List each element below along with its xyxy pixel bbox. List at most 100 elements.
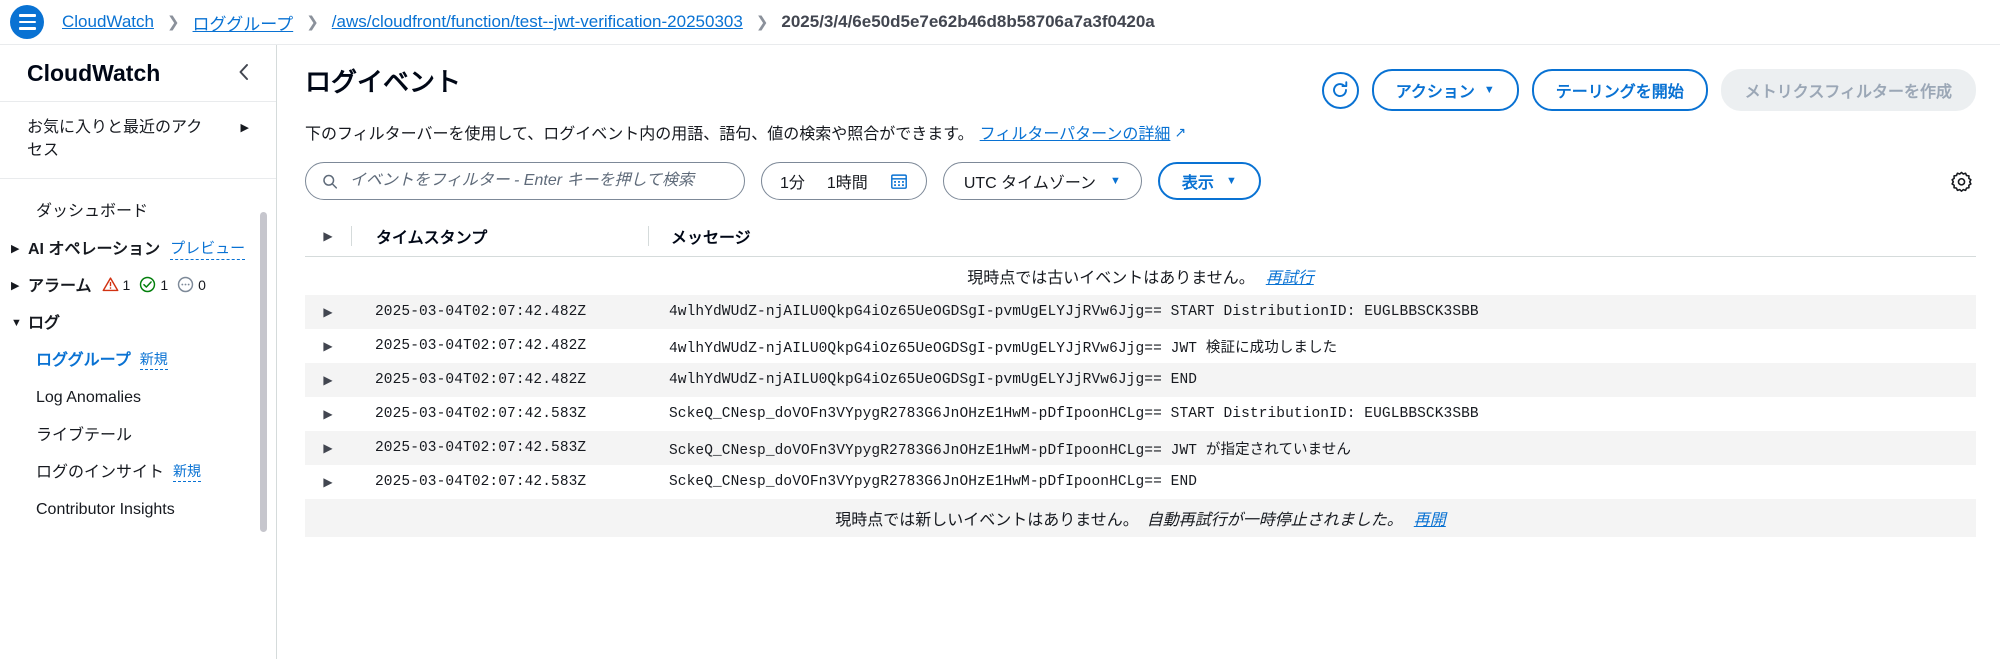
sidebar-title: CloudWatch xyxy=(27,59,161,86)
table-row[interactable]: ▶ 2025-03-04T02:07:42.583Z SckeQ_CNesp_d… xyxy=(305,465,1976,499)
table-row[interactable]: ▶ 2025-03-04T02:07:42.482Z 4wlhYdWUdZ-nj… xyxy=(305,363,1976,397)
retry-link[interactable]: 再試行 xyxy=(1266,264,1314,288)
chevron-left-icon[interactable] xyxy=(231,59,256,88)
search-input[interactable] xyxy=(347,171,728,191)
caret-right-icon: ▶ xyxy=(323,305,333,319)
page-title: ログイベント xyxy=(305,67,462,97)
sidebar-item-label: ライブテール xyxy=(36,426,133,444)
cell-message: SckeQ_CNesp_doVOFn3VYpygR2783G6JnOHzE1Hw… xyxy=(669,406,1479,422)
row-expand-toggle[interactable]: ▶ xyxy=(305,441,351,455)
sidebar-item-label: アラーム xyxy=(28,277,92,295)
alarm-ok-group: 1 xyxy=(139,275,168,295)
actions-button[interactable]: アクション ▼ xyxy=(1371,69,1519,111)
column-header-message[interactable]: メッセージ xyxy=(649,224,1976,248)
caret-right-icon: ▶ xyxy=(323,229,333,243)
sidebar-scrollbar[interactable] xyxy=(260,212,267,532)
auto-retry-paused-text: 自動再試行が一時停止されました。 xyxy=(1146,512,1403,529)
time-range-hour-label: 1時間 xyxy=(826,175,868,192)
caret-right-icon: ▶ xyxy=(11,279,20,292)
caret-down-icon: ▼ xyxy=(11,316,22,329)
expand-all-toggle[interactable]: ▶ xyxy=(305,229,351,243)
cell-timestamp: 2025-03-04T02:07:42.583Z xyxy=(375,440,587,456)
start-tailing-label: テーリングを開始 xyxy=(1555,84,1684,101)
hamburger-bar xyxy=(18,20,36,24)
caret-right-icon: ▶ xyxy=(323,441,333,455)
chevron-down-icon: ▼ xyxy=(1225,175,1237,187)
resume-link[interactable]: 再開 xyxy=(1414,506,1446,530)
table-row[interactable]: ▶ 2025-03-04T02:07:42.482Z 4wlhYdWUdZ-nj… xyxy=(305,295,1976,329)
sidebar-nav: ダッシュボード ▶ AI オペレーション プレビュー ▶ アラーム 1 1 0 … xyxy=(0,179,276,528)
display-label: 表示 xyxy=(1181,175,1214,192)
sidebar-item-log-anomalies[interactable]: Log Anomalies xyxy=(0,379,276,416)
breadcrumb-item-cloudwatch[interactable]: CloudWatch xyxy=(62,12,154,32)
sidebar-item-favorites[interactable]: お気に入りと最近のアクセス ▶ xyxy=(0,102,276,180)
table-row[interactable]: ▶ 2025-03-04T02:07:42.482Z 4wlhYdWUdZ-nj… xyxy=(305,329,1976,363)
row-expand-toggle[interactable]: ▶ xyxy=(305,373,351,387)
sidebar-item-ai-operations[interactable]: ▶ AI オペレーション プレビュー xyxy=(0,231,276,268)
timezone-selector[interactable]: UTC タイムゾーン ▼ xyxy=(942,162,1142,200)
breadcrumb-bar: CloudWatch ❯ ロググループ ❯ /aws/cloudfront/fu… xyxy=(0,0,2000,45)
hamburger-menu-icon[interactable] xyxy=(10,5,44,39)
time-range-selector[interactable]: 1分 1時間 xyxy=(761,162,927,200)
alarm-count-value: 0 xyxy=(198,276,206,293)
sidebar-item-label: ログのインサイト xyxy=(36,463,165,481)
sidebar-item-log-groups[interactable]: ロググループ 新規 xyxy=(0,342,276,379)
cell-message: 4wlhYdWUdZ-njAILU0QkpG4iOz65UeOGDSgI-pvm… xyxy=(669,372,1198,388)
alarm-insufficient-icon xyxy=(177,277,194,293)
table-row[interactable]: ▶ 2025-03-04T02:07:42.583Z SckeQ_CNesp_d… xyxy=(305,397,1976,431)
preferences-button[interactable] xyxy=(1947,167,1976,196)
sidebar-item-logs-insights[interactable]: ログのインサイト 新規 xyxy=(0,454,276,491)
display-settings-button[interactable]: 表示 ▼ xyxy=(1157,162,1261,200)
sidebar-item-label: ダッシュボード xyxy=(36,203,149,221)
cell-message: 4wlhYdWUdZ-njAILU0QkpG4iOz65UeOGDSgI-pvm… xyxy=(669,304,1479,320)
sidebar-item-label: Log Anomalies xyxy=(36,389,141,407)
older-events-notice: 現時点では古いイベントはありません。 再試行 xyxy=(305,257,1976,295)
breadcrumb-separator-icon: ❯ xyxy=(306,13,319,31)
sidebar-item-alarms[interactable]: ▶ アラーム 1 1 0 xyxy=(0,268,276,305)
sidebar-item-dashboards[interactable]: ダッシュボード xyxy=(0,193,276,230)
breadcrumb-item-log-groups[interactable]: ロググループ xyxy=(193,10,294,35)
sidebar-item-logs[interactable]: ▼ ログ xyxy=(0,305,276,342)
search-icon xyxy=(323,174,338,189)
filter-pattern-help-link[interactable]: フィルターパターンの詳細 xyxy=(980,120,1171,144)
breadcrumb-item-log-group-name[interactable]: /aws/cloudfront/function/test--jwt-verif… xyxy=(332,12,743,32)
sidebar: CloudWatch お気に入りと最近のアクセス ▶ ダッシュボード ▶ AI … xyxy=(0,45,277,659)
timezone-label: UTC タイムゾーン xyxy=(963,175,1097,192)
new-badge[interactable]: 新規 xyxy=(139,349,168,371)
actions-button-label: アクション xyxy=(1395,84,1475,101)
alarm-insufficient-group: 0 xyxy=(177,275,206,295)
search-box[interactable] xyxy=(305,162,745,200)
page-header: ログイベント アクション ▼ テーリングを開始 メトリクスフィルターを作成 xyxy=(305,67,1976,111)
log-events-table: ▶ タイムスタンプ メッセージ 現時点では古いイベントはありません。 再試行 ▶… xyxy=(305,216,1976,537)
preview-badge[interactable]: プレビュー xyxy=(170,238,246,261)
alarm-in-alarm-group: 1 xyxy=(102,275,130,295)
row-expand-toggle[interactable]: ▶ xyxy=(305,305,351,319)
create-metric-filter-button[interactable]: メトリクスフィルターを作成 xyxy=(1720,69,1976,111)
hamburger-bar xyxy=(18,14,36,17)
sidebar-item-label: AI オペレーション xyxy=(28,240,161,258)
older-events-notice-text: 現時点では古いイベントはありません。 xyxy=(967,270,1255,287)
chevron-right-icon: ▶ xyxy=(240,122,249,134)
newer-events-notice-text: 現時点では新しいイベントはありません。 xyxy=(835,512,1139,529)
gear-icon xyxy=(1951,171,1972,192)
caret-right-icon: ▶ xyxy=(323,339,333,353)
refresh-button[interactable] xyxy=(1321,71,1359,109)
row-expand-toggle[interactable]: ▶ xyxy=(305,339,351,353)
sidebar-item-contributor-insights[interactable]: Contributor Insights xyxy=(0,491,276,528)
newer-events-notice: 現時点では新しいイベントはありません。 自動再試行が一時停止されました。 再開 xyxy=(305,499,1976,537)
breadcrumb-item-current-stream: 2025/3/4/6e50d5e7e62b46d8b58706a7a3f0420… xyxy=(781,12,1155,31)
page-description: 下のフィルターバーを使用して、ログイベント内の用語、語句、値の検索や照合ができま… xyxy=(305,120,1976,144)
row-expand-toggle[interactable]: ▶ xyxy=(305,475,351,489)
start-tailing-button[interactable]: テーリングを開始 xyxy=(1531,69,1708,111)
sidebar-item-label: お気に入りと最近のアクセス xyxy=(27,119,203,160)
cell-timestamp: 2025-03-04T02:07:42.482Z xyxy=(375,304,587,320)
refresh-icon xyxy=(1333,81,1348,97)
row-expand-toggle[interactable]: ▶ xyxy=(305,407,351,421)
column-header-timestamp[interactable]: タイムスタンプ xyxy=(352,224,648,248)
sidebar-item-live-tail[interactable]: ライブテール xyxy=(0,417,276,454)
external-link-icon: ↗ xyxy=(1174,123,1187,140)
table-row[interactable]: ▶ 2025-03-04T02:07:42.583Z SckeQ_CNesp_d… xyxy=(305,431,1976,465)
new-badge[interactable]: 新規 xyxy=(173,461,202,482)
chevron-down-icon: ▼ xyxy=(1483,84,1495,96)
breadcrumb: CloudWatch ❯ ロググループ ❯ /aws/cloudfront/fu… xyxy=(62,10,1155,35)
